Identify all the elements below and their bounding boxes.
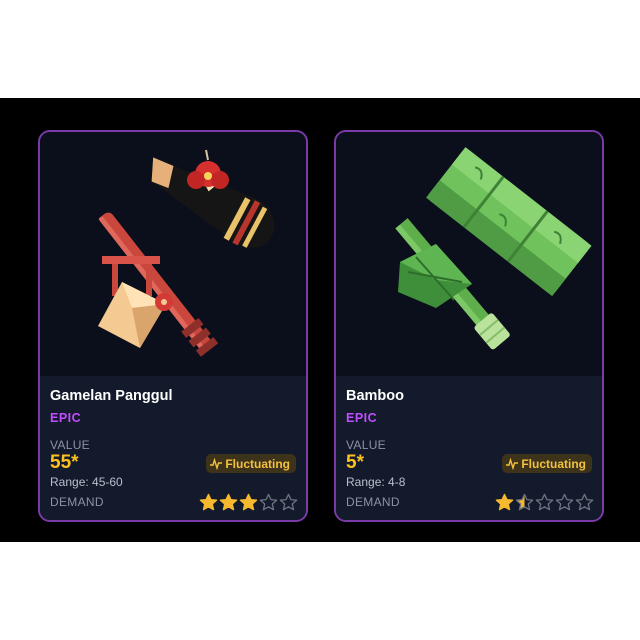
trend-label: Fluctuating bbox=[521, 456, 586, 471]
value-asterisk: * bbox=[71, 452, 79, 473]
demand-rating bbox=[495, 493, 594, 512]
star-filled-icon bbox=[199, 493, 218, 511]
trend-label: Fluctuating bbox=[225, 456, 290, 471]
trend-badge: Fluctuating bbox=[502, 454, 592, 473]
star-empty-icon bbox=[279, 493, 298, 511]
item-image bbox=[40, 132, 306, 376]
star-filled-icon bbox=[219, 493, 238, 511]
bamboo-hammer-icon bbox=[395, 147, 592, 350]
item-card-gamelan-panggul[interactable]: Gamelan Panggul EPIC VALUE 55* Range: 45… bbox=[38, 130, 308, 522]
demand-label: DEMAND bbox=[346, 495, 400, 509]
star-empty-icon bbox=[575, 493, 594, 511]
star-empty-icon bbox=[535, 493, 554, 511]
item-name: Bamboo bbox=[346, 388, 404, 404]
item-info-panel: Bamboo EPIC VALUE 5* Range: 4-8 Fluctuat… bbox=[336, 376, 602, 520]
item-name: Gamelan Panggul bbox=[50, 388, 173, 404]
gamelan-mallet-icon bbox=[98, 149, 275, 357]
trend-badge: Fluctuating bbox=[206, 454, 296, 473]
activity-icon bbox=[210, 457, 223, 470]
star-filled-icon bbox=[495, 493, 514, 511]
value-asterisk: * bbox=[356, 452, 364, 473]
star-half-icon bbox=[515, 493, 534, 511]
item-card-bamboo[interactable]: Bamboo EPIC VALUE 5* Range: 4-8 Fluctuat… bbox=[334, 130, 604, 522]
item-value: 55* bbox=[50, 452, 79, 473]
value-range: Range: 4-8 bbox=[346, 475, 406, 489]
item-image bbox=[336, 132, 602, 376]
star-filled-icon bbox=[239, 493, 258, 511]
value-label: VALUE bbox=[50, 438, 90, 452]
value-label: VALUE bbox=[346, 438, 386, 452]
demand-rating bbox=[199, 493, 298, 512]
star-empty-icon bbox=[555, 493, 574, 511]
item-value: 5* bbox=[346, 452, 364, 473]
demand-label: DEMAND bbox=[50, 495, 104, 509]
activity-icon bbox=[506, 457, 519, 470]
rarity-label: EPIC bbox=[50, 411, 82, 425]
value-range: Range: 45-60 bbox=[50, 475, 123, 489]
star-empty-icon bbox=[259, 493, 278, 511]
item-info-panel: Gamelan Panggul EPIC VALUE 55* Range: 45… bbox=[40, 376, 306, 520]
rarity-label: EPIC bbox=[346, 411, 378, 425]
